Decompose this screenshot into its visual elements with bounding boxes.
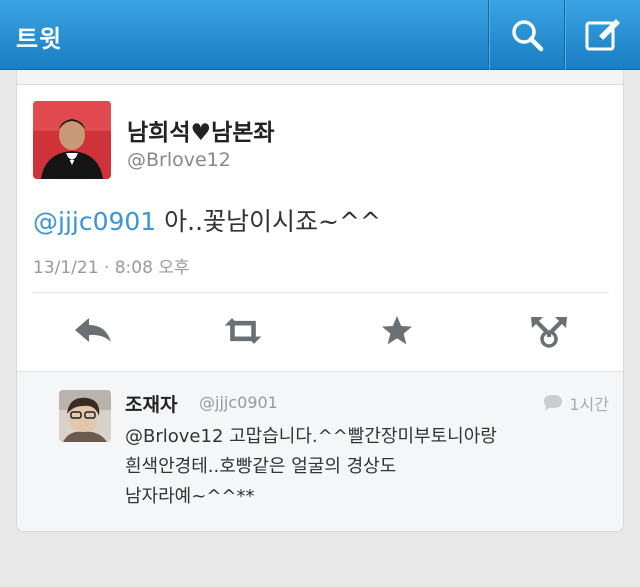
tweet-card: 남희석♥남본좌 @Brlove12 @jjjc0901 아..꽃남이시죠~^^ … xyxy=(16,84,624,532)
reply-icon xyxy=(75,318,111,342)
previous-item-strip xyxy=(16,70,624,84)
author-name[interactable]: 남희석♥남본좌 xyxy=(127,113,275,147)
star-icon xyxy=(382,316,412,345)
search-icon xyxy=(511,20,543,52)
mention-link[interactable]: @jjjc0901 xyxy=(33,207,156,236)
search-button[interactable] xyxy=(488,0,564,70)
reply-text: @Brlove12 고맙습니다.^^빨간장미부토니아랑 흰색안경테..호빵같은 … xyxy=(125,422,595,512)
avatar[interactable] xyxy=(33,101,111,179)
reply-author-handle[interactable]: @jjjc0901 xyxy=(199,393,278,412)
reply-button[interactable] xyxy=(71,311,115,351)
compose-button[interactable] xyxy=(564,0,640,70)
divider xyxy=(33,292,609,293)
retweet-icon xyxy=(224,318,262,344)
more-icon xyxy=(531,317,567,348)
reply-item[interactable]: 조재자 @jjjc0901 1시간 @Brlove12 고맙습니다.^^빨간장미… xyxy=(17,371,623,531)
author-photo xyxy=(33,101,111,179)
reply-line: 흰색안경테..호빵같은 얼굴의 경상도 xyxy=(125,456,397,477)
tweet-timestamp: 13/1/21 · 8:08 오후 xyxy=(33,258,190,278)
top-bar: 트윗 xyxy=(0,0,640,70)
more-button[interactable] xyxy=(527,311,571,351)
page-title: 트윗 xyxy=(16,25,63,53)
reply-author-name[interactable]: 조재자 xyxy=(125,390,177,417)
reply-line: @Brlove12 고맙습니다.^^빨간장미부토니아랑 xyxy=(125,426,497,447)
tweet-text: @jjjc0901 아..꽃남이시죠~^^ xyxy=(33,202,381,238)
reply-time-group: 1시간 xyxy=(543,391,609,415)
reply-line: 남자라예~^^** xyxy=(125,486,255,507)
favorite-button[interactable] xyxy=(375,311,419,351)
reply-author-photo xyxy=(59,390,111,442)
speech-bubble-icon xyxy=(544,395,563,411)
reply-avatar[interactable] xyxy=(59,390,111,442)
tweet-body: 아..꽃남이시죠~^^ xyxy=(156,207,381,236)
retweet-button[interactable] xyxy=(221,311,265,351)
reply-time: 1시간 xyxy=(569,395,609,414)
compose-icon xyxy=(585,19,620,51)
author-handle[interactable]: @Brlove12 xyxy=(127,149,231,171)
